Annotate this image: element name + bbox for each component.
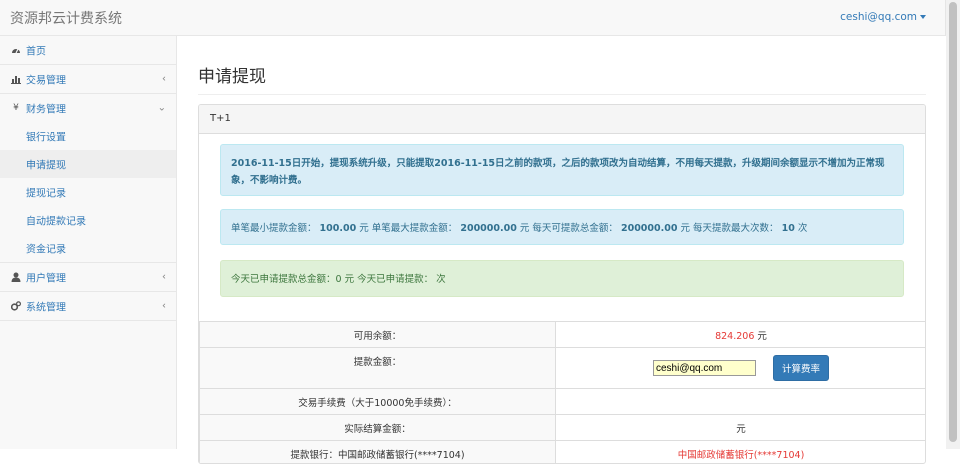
sidebar-item-system[interactable]: 系统管理 ‹ [0, 292, 176, 321]
max-amount-unit: 元 [520, 223, 530, 234]
calculate-fee-button[interactable]: 计算费率 [773, 355, 829, 381]
sidebar-item-home[interactable]: 首页 [0, 36, 176, 65]
app-brand[interactable]: 资源邦云计费系统 [10, 8, 122, 28]
sidebar-sub-bank-settings[interactable]: 银行设置 [0, 122, 176, 150]
sidebar-finance-header[interactable]: ¥ 财务管理 ⌄ [0, 94, 176, 122]
min-amount-unit: 元 [359, 223, 369, 234]
daily-total-label: 每天可提款总金额： [532, 223, 618, 234]
sidebar-sub-fund-records[interactable]: 资金记录 [0, 234, 176, 262]
daily-times-unit: 次 [798, 223, 808, 234]
balance-cell: 824.206 元 [556, 322, 927, 348]
max-amount-label: 单笔最大提款金额： [372, 223, 458, 234]
sidebar-sub-auto-withdraw-records[interactable]: 自动提款记录 [0, 206, 176, 234]
actual-amount-value: 元 [556, 415, 927, 441]
daily-times-label: 每天提款最大次数： [693, 223, 779, 234]
sidebar-item-label: 系统管理 [26, 299, 66, 314]
sidebar-item-users[interactable]: 用户管理 ‹ [0, 263, 176, 292]
withdraw-limits-alert: 单笔最小提款金额： 100.00 元 单笔最大提款金额： 200000.00 元… [220, 209, 904, 245]
user-menu[interactable]: ceshi@qq.com [840, 11, 926, 23]
daily-total-unit: 元 [681, 223, 691, 234]
main-content: 申请提现 T+1 2016-11-15日开始，提现系统升级，只能提取2016-1… [177, 36, 946, 449]
amount-input[interactable] [653, 360, 756, 376]
withdraw-panel: T+1 2016-11-15日开始，提现系统升级，只能提取2016-11-15日… [198, 104, 926, 464]
sidebar-sub-apply-withdraw[interactable]: 申请提现 [0, 150, 176, 178]
sidebar-sub-label: 申请提现 [26, 157, 66, 172]
page-title: 申请提现 [198, 62, 266, 87]
sidebar-item-trade[interactable]: 交易管理 ‹ [0, 65, 176, 94]
caret-down-icon [920, 15, 926, 19]
sidebar-sub-withdraw-records[interactable]: 提现记录 [0, 178, 176, 206]
sidebar-item-label: 用户管理 [26, 270, 66, 285]
table-row: 可用余额： 824.206 元 [200, 322, 927, 348]
dashboard-icon [11, 45, 21, 55]
title-divider [198, 94, 926, 95]
sidebar-sub-label: 资金记录 [26, 241, 66, 256]
sidebar-sub-label: 自动提款记录 [26, 213, 86, 228]
sidebar-sub-label: 银行设置 [26, 129, 66, 144]
balance-unit: 元 [757, 331, 767, 342]
panel-heading: T+1 [199, 105, 925, 134]
panel-heading-text: T+1 [210, 113, 231, 124]
chevron-left-icon: ‹ [162, 74, 166, 85]
min-amount-label: 单笔最小提款金额： [231, 223, 317, 234]
bar-chart-icon [11, 74, 21, 84]
upgrade-notice-alert: 2016-11-15日开始，提现系统升级，只能提取2016-11-15日之前的款… [220, 144, 904, 196]
sidebar-item-finance[interactable]: ¥ 财务管理 ⌄ 银行设置 申请提现 提现记录 自动提款记录 资金记录 [0, 94, 176, 263]
page-scrollbar[interactable] [945, 0, 960, 449]
top-navbar: 资源邦云计费系统 ceshi@qq.com [0, 0, 946, 36]
daily-total-value: 200000.00 [621, 223, 678, 234]
actual-amount-label: 实际结算金额： [200, 415, 556, 441]
sidebar-item-label: 财务管理 [26, 101, 66, 116]
sidebar-item-label: 交易管理 [26, 72, 66, 87]
table-row: 提款金额： 计算费率 [200, 348, 927, 389]
min-amount-value: 100.00 [320, 223, 357, 234]
bank-value: 中国邮政储蓄银行(****7104) [556, 441, 927, 464]
table-row: 交易手续费（大于10000免手续费）： [200, 389, 927, 415]
today-summary-alert: 今天已申请提款总金额：0 元 今天已申请提款： 次 [220, 260, 904, 297]
sidebar: 首页 交易管理 ‹ ¥ 财务管理 ⌄ 银行设置 申请提现 提现记录 自动提款记录… [0, 36, 177, 449]
max-amount-value: 200000.00 [460, 223, 517, 234]
fee-value [556, 389, 927, 415]
fee-label: 交易手续费（大于10000免手续费）： [200, 389, 556, 415]
table-row: 提款银行：中国邮政储蓄银行(****7104) 中国邮政储蓄银行(****710… [200, 441, 927, 464]
today-summary-text: 今天已申请提款总金额：0 元 今天已申请提款： 次 [231, 274, 446, 285]
gears-icon [11, 301, 21, 311]
upgrade-notice-text: 2016-11-15日开始，提现系统升级，只能提取2016-11-15日之前的款… [231, 158, 885, 186]
user-email: ceshi@qq.com [840, 11, 917, 23]
balance-label: 可用余额： [200, 322, 556, 348]
sidebar-sub-label: 提现记录 [26, 185, 66, 200]
chevron-left-icon: ‹ [162, 272, 166, 283]
user-icon [11, 272, 21, 282]
table-row: 实际结算金额： 元 [200, 415, 927, 441]
amount-cell: 计算费率 [556, 348, 927, 389]
balance-value: 824.206 [715, 331, 754, 342]
daily-times-value: 10 [782, 223, 795, 234]
scroll-thumb[interactable] [949, 2, 957, 442]
yen-icon: ¥ [11, 103, 21, 113]
amount-label: 提款金额： [200, 348, 556, 389]
sidebar-item-label: 首页 [26, 43, 46, 58]
chevron-down-icon: ⌄ [158, 103, 166, 114]
bank-label: 提款银行：中国邮政储蓄银行(****7104) [200, 441, 556, 464]
withdraw-form-table: 可用余额： 824.206 元 提款金额： 计算费率 交易手续费（大于10000… [199, 321, 926, 464]
chevron-left-icon: ‹ [162, 301, 166, 312]
